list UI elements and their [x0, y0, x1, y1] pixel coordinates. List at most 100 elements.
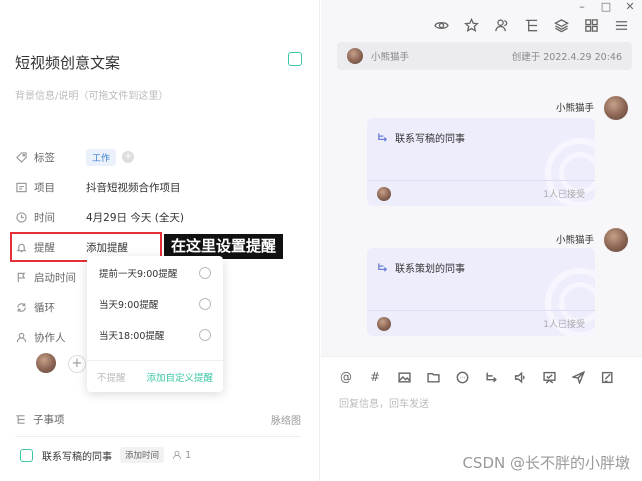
reminder-option-label: 提前一天9:00提醒: [99, 269, 178, 280]
reminder-option[interactable]: 提前一天9:00提醒: [99, 266, 211, 280]
tag-row: 标签 工作 +: [15, 148, 135, 166]
flag-icon: [15, 271, 27, 283]
project-icon: [15, 181, 27, 193]
edit-icon[interactable]: [598, 369, 616, 385]
close-icon[interactable]: ✕: [624, 0, 636, 14]
reminder-option[interactable]: 当天9:00提醒: [99, 297, 211, 311]
subtask-header: 子事项 脉络图: [15, 412, 301, 427]
dropdown-footer: 不提醒 添加自定义提醒: [87, 360, 223, 392]
tree-icon[interactable]: [520, 14, 542, 36]
reminder-option-label: 当天18:00提醒: [99, 331, 165, 342]
subtask-icon[interactable]: [482, 369, 500, 385]
collaborator-row: 协作人: [15, 328, 86, 346]
message-composer: @ # 回复信息，回车发送 CSDN @长不胖的小胖墩: [321, 356, 642, 481]
start-time-label[interactable]: 启动时间: [34, 270, 86, 285]
creator-bar: 小熊猫手 创建于 2022.4.29 20:46: [337, 42, 632, 70]
assignee-count-value: 1: [185, 449, 192, 461]
at-icon[interactable]: @: [337, 369, 355, 385]
radio-button[interactable]: [199, 267, 211, 279]
sender-avatar[interactable]: [604, 228, 628, 252]
accepted-count: 1人已接受: [543, 190, 585, 200]
window-controls: – □ ✕: [576, 0, 636, 14]
send-icon[interactable]: [569, 369, 587, 385]
add-collaborator-button[interactable]: +: [68, 355, 86, 373]
hash-icon[interactable]: #: [366, 369, 384, 385]
minimize-icon[interactable]: –: [576, 0, 588, 14]
repeat-row: 循环: [15, 298, 86, 316]
time-value[interactable]: 4月29日 今天 (全天): [86, 210, 184, 225]
project-link[interactable]: 抖音短视频合作项目: [86, 180, 181, 195]
card-title: 联系策划的同事: [395, 264, 465, 275]
subtask-icon: [16, 415, 25, 424]
collaborator-avatar[interactable]: [36, 353, 56, 373]
eye-icon[interactable]: [430, 14, 452, 36]
subtask-icon: [378, 133, 388, 142]
avatar: [347, 48, 363, 64]
subtask-message-card[interactable]: 联系策划的同事 1人已接受: [367, 248, 595, 336]
task-detail-panel: 短视频创意文案 背景信息/说明（可拖文件到这里） 标签 工作 + 项目 抖音短视…: [0, 0, 320, 481]
created-time: 创建于 2022.4.29 20:46: [511, 52, 622, 63]
custom-reminder-button[interactable]: 添加自定义提醒: [146, 370, 213, 384]
assignee-count: 1: [172, 450, 191, 461]
creator-name: 小熊猫手: [371, 52, 410, 63]
accepted-count: 1人已接受: [543, 320, 585, 330]
apps-icon[interactable]: [580, 14, 602, 36]
reminder-option[interactable]: 当天18:00提醒: [99, 328, 211, 342]
subtask-item[interactable]: 联系写稿的同事 添加时间 1: [20, 447, 191, 463]
sender-name: 小熊猫手: [555, 235, 594, 246]
subtask-icon: [378, 263, 388, 272]
radio-button[interactable]: [199, 298, 211, 310]
voice-icon[interactable]: [511, 369, 529, 385]
folder-icon[interactable]: [424, 369, 442, 385]
card-icon[interactable]: [540, 369, 558, 385]
subtask-item-title[interactable]: 联系写稿的同事: [42, 448, 112, 463]
sender-name: 小熊猫手: [555, 103, 594, 114]
card-footer: 1人已接受: [367, 180, 595, 206]
mindmap-button[interactable]: 脉络图: [271, 412, 301, 427]
layers-icon[interactable]: [550, 14, 572, 36]
sender-avatar[interactable]: [604, 96, 628, 120]
user-icon: [172, 450, 182, 460]
project-row: 项目 抖音短视频合作项目: [15, 178, 181, 196]
menu-icon[interactable]: [610, 14, 632, 36]
time-row: 时间 4月29日 今天 (全天): [15, 208, 184, 226]
description-field[interactable]: 背景信息/说明（可拖文件到这里）: [15, 87, 168, 102]
divider: [15, 436, 301, 437]
maximize-icon[interactable]: □: [600, 0, 612, 14]
subtask-message-card[interactable]: 联系写稿的同事 1人已接受: [367, 118, 595, 206]
card-title: 联系写稿的同事: [395, 134, 465, 145]
project-label: 项目: [34, 181, 55, 194]
avatar: [377, 316, 391, 331]
tag-label: 标签: [34, 151, 55, 164]
user-icon: [15, 331, 27, 343]
repeat-icon: [15, 301, 27, 313]
card-footer: 1人已接受: [367, 310, 595, 336]
add-time-button[interactable]: 添加时间: [120, 447, 165, 463]
chat-icon[interactable]: [453, 369, 471, 385]
radio-button[interactable]: [199, 329, 211, 341]
subtask-checkbox[interactable]: [20, 448, 33, 462]
add-tag-button[interactable]: +: [122, 151, 135, 163]
users-icon[interactable]: [490, 14, 512, 36]
clock-icon: [15, 211, 27, 223]
activity-panel: 小熊猫手 创建于 2022.4.29 20:46 小熊猫手 联系写稿的同事 1人…: [321, 0, 642, 481]
task-title[interactable]: 短视频创意文案: [15, 52, 120, 73]
composer-toolbar: @ #: [337, 369, 616, 385]
tag-chip[interactable]: 工作: [86, 148, 117, 166]
reply-input[interactable]: 回复信息，回车发送: [339, 395, 429, 410]
complete-checkbox[interactable]: [288, 52, 302, 66]
card-header: 联系策划的同事: [377, 260, 465, 275]
time-label: 时间: [34, 211, 55, 224]
no-reminder-button[interactable]: 不提醒: [97, 370, 126, 384]
start-time-row: 启动时间: [15, 268, 86, 286]
watermark: CSDN @长不胖的小胖墩: [462, 454, 630, 472]
tag-icon: [15, 151, 27, 163]
image-icon[interactable]: [395, 369, 413, 385]
collaborator-label: 协作人: [34, 331, 66, 344]
subtask-title: 子事项: [33, 414, 65, 426]
card-header: 联系写稿的同事: [377, 130, 465, 145]
reminder-option-label: 当天9:00提醒: [99, 300, 159, 311]
star-icon[interactable]: [460, 14, 482, 36]
repeat-label[interactable]: 循环: [34, 300, 86, 315]
avatar: [377, 186, 391, 201]
